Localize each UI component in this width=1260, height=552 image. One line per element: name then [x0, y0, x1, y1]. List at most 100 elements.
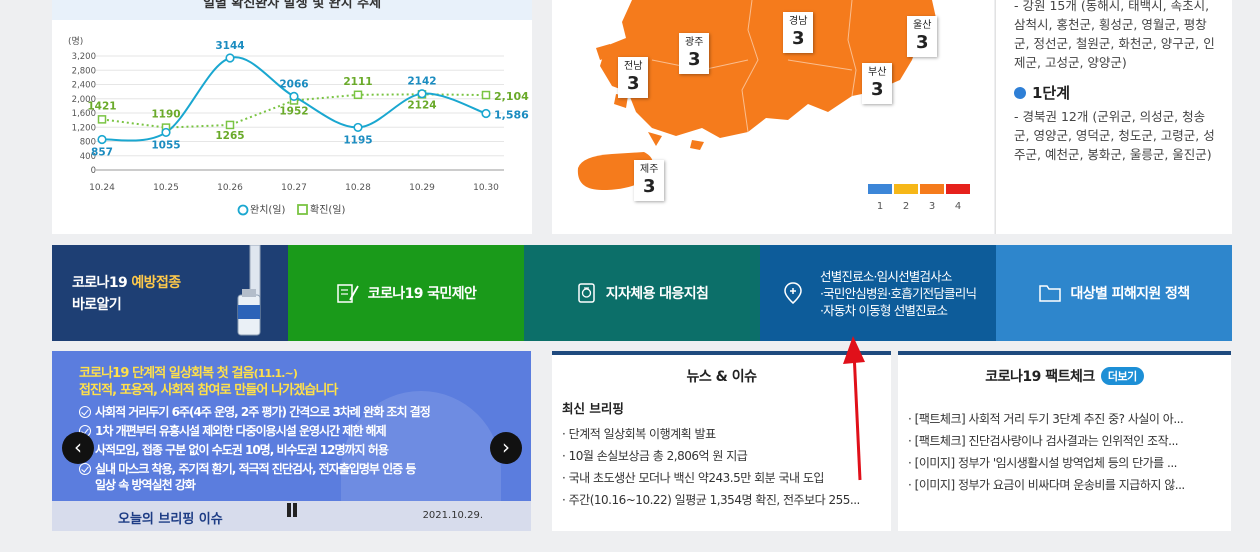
- confirmed-data-label: 2111: [343, 76, 372, 88]
- recovered-point: [417, 89, 427, 99]
- slide-footer-title: 오늘의 브리핑 이슈: [118, 512, 223, 527]
- region-name: 제주: [640, 164, 659, 175]
- legend-swatch-4: [946, 184, 970, 194]
- region-level: 3: [626, 73, 640, 94]
- legend-swatch-3: [920, 184, 944, 194]
- slide-headline: 코로나19 단계적 일상회복 첫 걸음(11.1.~) 접진적, 포용적, 사회…: [79, 365, 338, 399]
- vaccination-banner-prefix: 코로나19: [72, 275, 132, 291]
- factcheck-box: 코로나19 팩트체크 더보기 [팩트체크] 사회적 거리 두기 3단계 추진 중?…: [898, 351, 1231, 531]
- slide-point: 1차 개편부터 유흥시설 제외한 다중이용시설 운영시간 제한 해제: [79, 424, 387, 439]
- recovered-data-label: 2142: [407, 76, 436, 88]
- legend-recovered-marker: [237, 204, 249, 216]
- y-tick-label: 2,400: [72, 81, 96, 91]
- briefing-slider[interactable]: 코로나19 단계적 일상회복 첫 걸음(11.1.~) 접진적, 포용적, 사회…: [52, 351, 531, 531]
- stage1-title: 1단계: [1032, 84, 1071, 102]
- slide-point-continued: 일상 속 방역실천 강화: [95, 478, 196, 492]
- recovered-data-label: 1195: [343, 134, 372, 146]
- legend-number: 4: [954, 201, 962, 212]
- slider-pause-button[interactable]: [285, 503, 299, 517]
- stage1-dot-icon: [1014, 86, 1026, 99]
- legend-recovered-label: 완치(일): [250, 204, 286, 216]
- confirmed-data-label: 1265: [215, 130, 244, 142]
- local-gov-guideline-banner[interactable]: 지자체용 대응지침: [524, 245, 760, 341]
- damage-support-banner[interactable]: 대상별 피해지원 정책: [996, 245, 1232, 341]
- x-tick-label: 10.30: [473, 183, 499, 193]
- x-tick-label: 10.27: [281, 183, 307, 193]
- confirmed-data-label: 1190: [151, 109, 180, 121]
- slide-point: 사회적 거리두기 6주(4주 운영, 2주 평가) 간격으로 3차례 완화 조치…: [79, 405, 431, 420]
- region-label-jeonnam[interactable]: 전남 3: [618, 57, 649, 98]
- recovered-data-label: 1,586: [494, 108, 529, 121]
- region-name: 경남: [789, 16, 808, 27]
- screening-clinic-line1: 선별진료소·임시선별검사소: [820, 268, 952, 284]
- vaccination-banner-highlight: 예방접종: [131, 275, 181, 291]
- factcheck-list: [팩트체크] 사회적 거리 두기 3단계 추진 중? 사실이 아... [팩트체…: [898, 408, 1231, 496]
- news-item[interactable]: 주간(10.16~10.22) 일평균 1,354명 확진, 전주보다 255.…: [562, 489, 891, 511]
- chevron-left-icon: ‹: [74, 435, 82, 459]
- check-circle-icon: [79, 463, 91, 475]
- region-level: 3: [642, 176, 656, 197]
- gyeongbuk-region-list: - 경북권 12개 (군위군, 의성군, 청송군, 영양군, 영덕군, 청도군,…: [1014, 109, 1215, 162]
- region-level: 3: [687, 49, 701, 70]
- y-tick-label: 1,200: [72, 123, 96, 133]
- legend-swatch-1: [868, 184, 892, 194]
- slider-prev-button[interactable]: ‹: [62, 432, 94, 464]
- legend-number: 2: [902, 201, 910, 212]
- recovered-point: [289, 91, 299, 101]
- confirmed-point: [225, 120, 235, 130]
- slide-point: 사적모임, 접종 구분 없이 수도권 10명, 비수도권 12명까지 허용: [79, 443, 389, 458]
- slide-point: 실내 마스크 착용, 주기적 환기, 적극적 진단검사, 전자출입명부 인증 등: [79, 462, 416, 477]
- y-axis-unit: (명): [68, 36, 83, 47]
- region-label-ulsan[interactable]: 울산 3: [907, 16, 938, 57]
- gangwon-region-list: - 강원 15개 (동해시, 태백시, 속초시, 삼척시, 홍천군, 횡성군, …: [1014, 0, 1215, 70]
- factcheck-item[interactable]: [팩트체크] 진단검사량이나 검사결과는 인위적인 조작...: [908, 430, 1231, 452]
- slider-next-button[interactable]: ›: [490, 432, 522, 464]
- confirmed-point: [481, 90, 491, 100]
- public-proposal-label: 코로나19 국민제안: [367, 286, 477, 302]
- slide-footer-date: 2021.10.29.: [422, 510, 483, 521]
- region-level: 3: [791, 28, 805, 49]
- distancing-map-panel: 경남 3 울산 3 광주 3 전남 3 부산 3 제주 3 1 2 3 4: [552, 0, 994, 234]
- factcheck-item[interactable]: [팩트체크] 사회적 거리 두기 3단계 추진 중? 사실이 아...: [908, 408, 1231, 430]
- y-tick-label: 0: [91, 166, 96, 176]
- factcheck-header: 코로나19 팩트체크 더보기: [898, 366, 1231, 386]
- confirmed-data-label: 2124: [407, 99, 436, 111]
- vaccination-banner-line2: 바로알기: [72, 297, 122, 313]
- region-label-jeju[interactable]: 제주 3: [634, 160, 665, 201]
- support-folder-icon: [1039, 285, 1062, 302]
- factcheck-item[interactable]: [이미지] 정부가 '임시생활시설 방역업체 등의 단가를 ...: [908, 452, 1231, 474]
- legend-confirmed-marker: [297, 204, 308, 215]
- x-tick-label: 10.28: [345, 183, 371, 193]
- legend-swatch-2: [894, 184, 918, 194]
- factcheck-title: 코로나19 팩트체크: [985, 369, 1095, 385]
- region-level: 3: [915, 32, 929, 53]
- screening-clinic-banner[interactable]: 선별진료소·임시선별검사소 ·국민안심병원·호흡기전담클리닉 ·자동차 이동형 …: [760, 245, 996, 341]
- public-proposal-banner[interactable]: 코로나19 국민제안: [288, 245, 524, 341]
- recovered-data-label: 857: [91, 146, 113, 158]
- recovered-data-label: 3144: [215, 40, 244, 52]
- region-label-gyeongnam[interactable]: 경남 3: [783, 12, 814, 53]
- red-pointer-arrow: [843, 336, 865, 481]
- factcheck-item[interactable]: [이미지] 정부가 요금이 비싸다며 운송비를 지급하지 않...: [908, 474, 1231, 496]
- x-tick-label: 10.26: [217, 183, 243, 193]
- stage1-heading: 1단계: [1014, 82, 1220, 103]
- check-circle-icon: [79, 406, 91, 418]
- x-tick-label: 10.25: [153, 183, 179, 193]
- region-name: 광주: [685, 37, 704, 48]
- local-gov-guideline-label: 지자체용 대응지침: [605, 286, 709, 302]
- region-label-busan[interactable]: 부산 3: [862, 63, 893, 104]
- vaccination-banner-text: 코로나19 예방접종 바로알기: [72, 272, 181, 316]
- region-level: 3: [870, 79, 884, 100]
- guideline-doc-icon: [577, 283, 595, 303]
- confirmed-data-label: 1421: [87, 100, 116, 112]
- more-button[interactable]: 더보기: [1100, 367, 1144, 385]
- legend-confirmed-label: 확진(일): [310, 204, 346, 216]
- daily-trend-chart: (명)3,2002,8002,4002,0001,6001,2008004000…: [68, 36, 529, 216]
- vaccination-banner[interactable]: 코로나19 예방접종 바로알기: [52, 245, 288, 341]
- x-tick-label: 10.29: [409, 183, 435, 193]
- confirmed-data-label: 1952: [279, 105, 308, 117]
- slide-headline-line2: 접진적, 포용적, 사회적 참여로 만들어 나가겠습니다: [79, 383, 338, 398]
- proposal-edit-icon: [336, 284, 359, 303]
- legend-number: 3: [928, 201, 936, 212]
- region-label-gwangju[interactable]: 광주 3: [679, 33, 710, 74]
